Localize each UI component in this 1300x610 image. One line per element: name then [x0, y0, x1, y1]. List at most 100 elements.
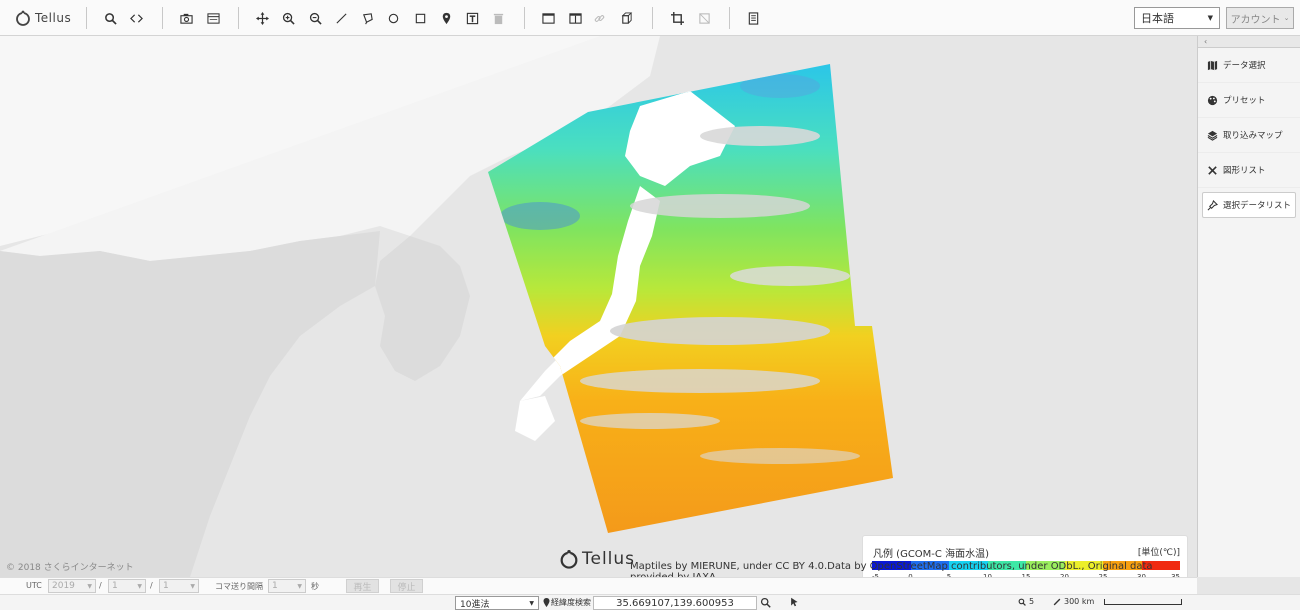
panel-item-label: プリセット: [1223, 96, 1266, 106]
map-attribution: Maptiles by MIERUNE, under CC BY 4.0.Dat…: [630, 561, 1153, 577]
day-value: 1: [163, 581, 169, 591]
search-icon[interactable]: [101, 9, 119, 27]
trash-icon: [489, 9, 507, 27]
utc-label: UTC: [26, 581, 42, 590]
account-button[interactable]: アカウント ⌄: [1226, 7, 1294, 29]
zoom-value: 5: [1029, 597, 1035, 606]
seconds-label: 秒: [311, 582, 319, 591]
copyright-text: © 2018 さくらインターネット: [6, 563, 134, 573]
toolbar-divider: [162, 7, 163, 29]
coordinate-search-text: 経緯度検索: [551, 598, 591, 607]
panel-item-selected-data-list[interactable]: 選択データリスト: [1202, 192, 1296, 218]
toolbar-divider: [86, 7, 87, 29]
day-select[interactable]: 1 ▼: [159, 579, 199, 593]
zoom-level: 5: [1018, 597, 1034, 606]
marker-icon[interactable]: [437, 9, 455, 27]
frame-interval-select[interactable]: 1 ▼: [268, 579, 306, 593]
scale-bar: [1104, 599, 1182, 605]
date-separator: /: [99, 581, 102, 590]
embed-code-icon[interactable]: [127, 9, 145, 27]
map-watermark-logo: Tellus: [558, 548, 635, 570]
panel-item-label: 選択データリスト: [1223, 201, 1292, 211]
map-logo-text: Tellus: [582, 549, 636, 569]
month-value: 1: [112, 581, 118, 591]
frame-interval-value: 1: [272, 581, 278, 591]
dropdown-arrow-icon: ▼: [1207, 14, 1213, 22]
account-label: アカウント: [1230, 14, 1281, 26]
year-select[interactable]: 2019 ▼: [48, 579, 96, 593]
zoom-out-icon[interactable]: [306, 9, 324, 27]
status-bar: 10進法 ▼ 経緯度検索 5 300 km: [0, 594, 1300, 610]
line-draw-icon[interactable]: [332, 9, 350, 27]
marker-icon: [543, 598, 550, 607]
dropdown-arrow-icon: ▼: [190, 582, 195, 590]
map-scale: 300 km: [1053, 597, 1094, 606]
tellus-logo-icon: [16, 10, 30, 26]
toolbar-divider: [652, 7, 653, 29]
language-select[interactable]: 日本語 ▼: [1134, 7, 1220, 29]
panel-item-label: 図形リスト: [1223, 166, 1266, 176]
basemap: [0, 36, 893, 577]
move-icon[interactable]: [253, 9, 271, 27]
frame-interval-label: コマ送り間隔: [215, 582, 263, 591]
panel-item-imported-maps[interactable]: 取り込みマップ: [1198, 118, 1300, 153]
cursor-icon[interactable]: [787, 595, 801, 609]
search-icon[interactable]: [758, 595, 772, 609]
panel-item-preset[interactable]: プリセット: [1198, 83, 1300, 118]
toolbar-divider: [524, 7, 525, 29]
scale-value: 300 km: [1064, 597, 1095, 606]
coordinate-search-label: 経緯度検索: [543, 597, 591, 608]
text-icon[interactable]: [463, 9, 481, 27]
month-select[interactable]: 1 ▼: [108, 579, 146, 593]
dropdown-arrow-icon: ▼: [137, 582, 142, 590]
tellus-logo[interactable]: Tellus: [14, 8, 71, 28]
tools-icon: [1208, 165, 1217, 175]
palette-icon: [1207, 95, 1218, 105]
map-canvas[interactable]: 凡例 (GCOM-C 海面水温) [単位(℃)] -5 0 5 10 15 20 25 30 3…: [0, 36, 1197, 577]
pin-icon: [1207, 199, 1218, 210]
crop-icon[interactable]: [668, 9, 686, 27]
coordinate-input[interactable]: [593, 596, 757, 610]
time-bar: UTC 2019 ▼ / 1 ▼ / 1 ▼ コマ送り間隔 1 ▼ 秒 再生 停止: [0, 577, 1197, 594]
split-view-icon[interactable]: [566, 9, 584, 27]
play-button[interactable]: 再生: [346, 579, 379, 593]
polygon-draw-icon[interactable]: [358, 9, 376, 27]
tellus-app: Tellus 日本語 ▼ アカウント ⌄ 凡例 (GCOM-C 海面水温) [単…: [0, 0, 1300, 610]
crop-off-icon: [695, 9, 713, 27]
map-book-icon: [1207, 60, 1218, 70]
language-value: 日本語: [1141, 12, 1174, 25]
panel-item-label: 取り込みマップ: [1223, 131, 1283, 141]
toolbar: Tellus 日本語 ▼ アカウント ⌄: [0, 0, 1300, 36]
panel-collapse-button[interactable]: ‹: [1198, 36, 1300, 48]
logo-text: Tellus: [35, 11, 72, 25]
dropdown-arrow-icon: ▼: [297, 582, 302, 590]
zoom-icon: [1018, 598, 1026, 606]
link-icon: [590, 9, 608, 27]
date-separator: /: [150, 581, 153, 590]
notation-value: 10進法: [460, 599, 490, 610]
legend-unit: [単位(℃)]: [1137, 548, 1180, 558]
document-icon[interactable]: [744, 9, 762, 27]
dropdown-arrow-icon: ▼: [529, 599, 534, 607]
dropdown-arrow-icon: ▼: [87, 582, 92, 590]
panel-item-label: データ選択: [1223, 61, 1266, 71]
3d-cube-icon[interactable]: [617, 9, 635, 27]
panel-item-data-select[interactable]: データ選択: [1198, 48, 1300, 83]
year-value: 2019: [52, 581, 75, 591]
layers-icon: [1207, 130, 1218, 141]
toolbar-divider: [238, 7, 239, 29]
camera-icon[interactable]: [177, 9, 195, 27]
notation-select[interactable]: 10進法 ▼: [455, 596, 539, 610]
circle-draw-icon[interactable]: [384, 9, 402, 27]
toolbar-divider: [729, 7, 730, 29]
ruler-pen-icon: [1053, 598, 1061, 605]
stop-button[interactable]: 停止: [390, 579, 423, 593]
rectangle-draw-icon[interactable]: [411, 9, 429, 27]
legend-title: 凡例 (GCOM-C 海面水温): [873, 549, 989, 560]
single-view-icon[interactable]: [539, 9, 557, 27]
zoom-in-icon[interactable]: [279, 9, 297, 27]
panel-item-shape-list[interactable]: 図形リスト: [1198, 153, 1300, 188]
window-icon[interactable]: [204, 9, 222, 27]
right-panel: ‹ データ選択 プリセット 取り込みマップ 図形リスト 選択データリスト: [1197, 36, 1300, 577]
tellus-logo-icon: [560, 549, 578, 569]
